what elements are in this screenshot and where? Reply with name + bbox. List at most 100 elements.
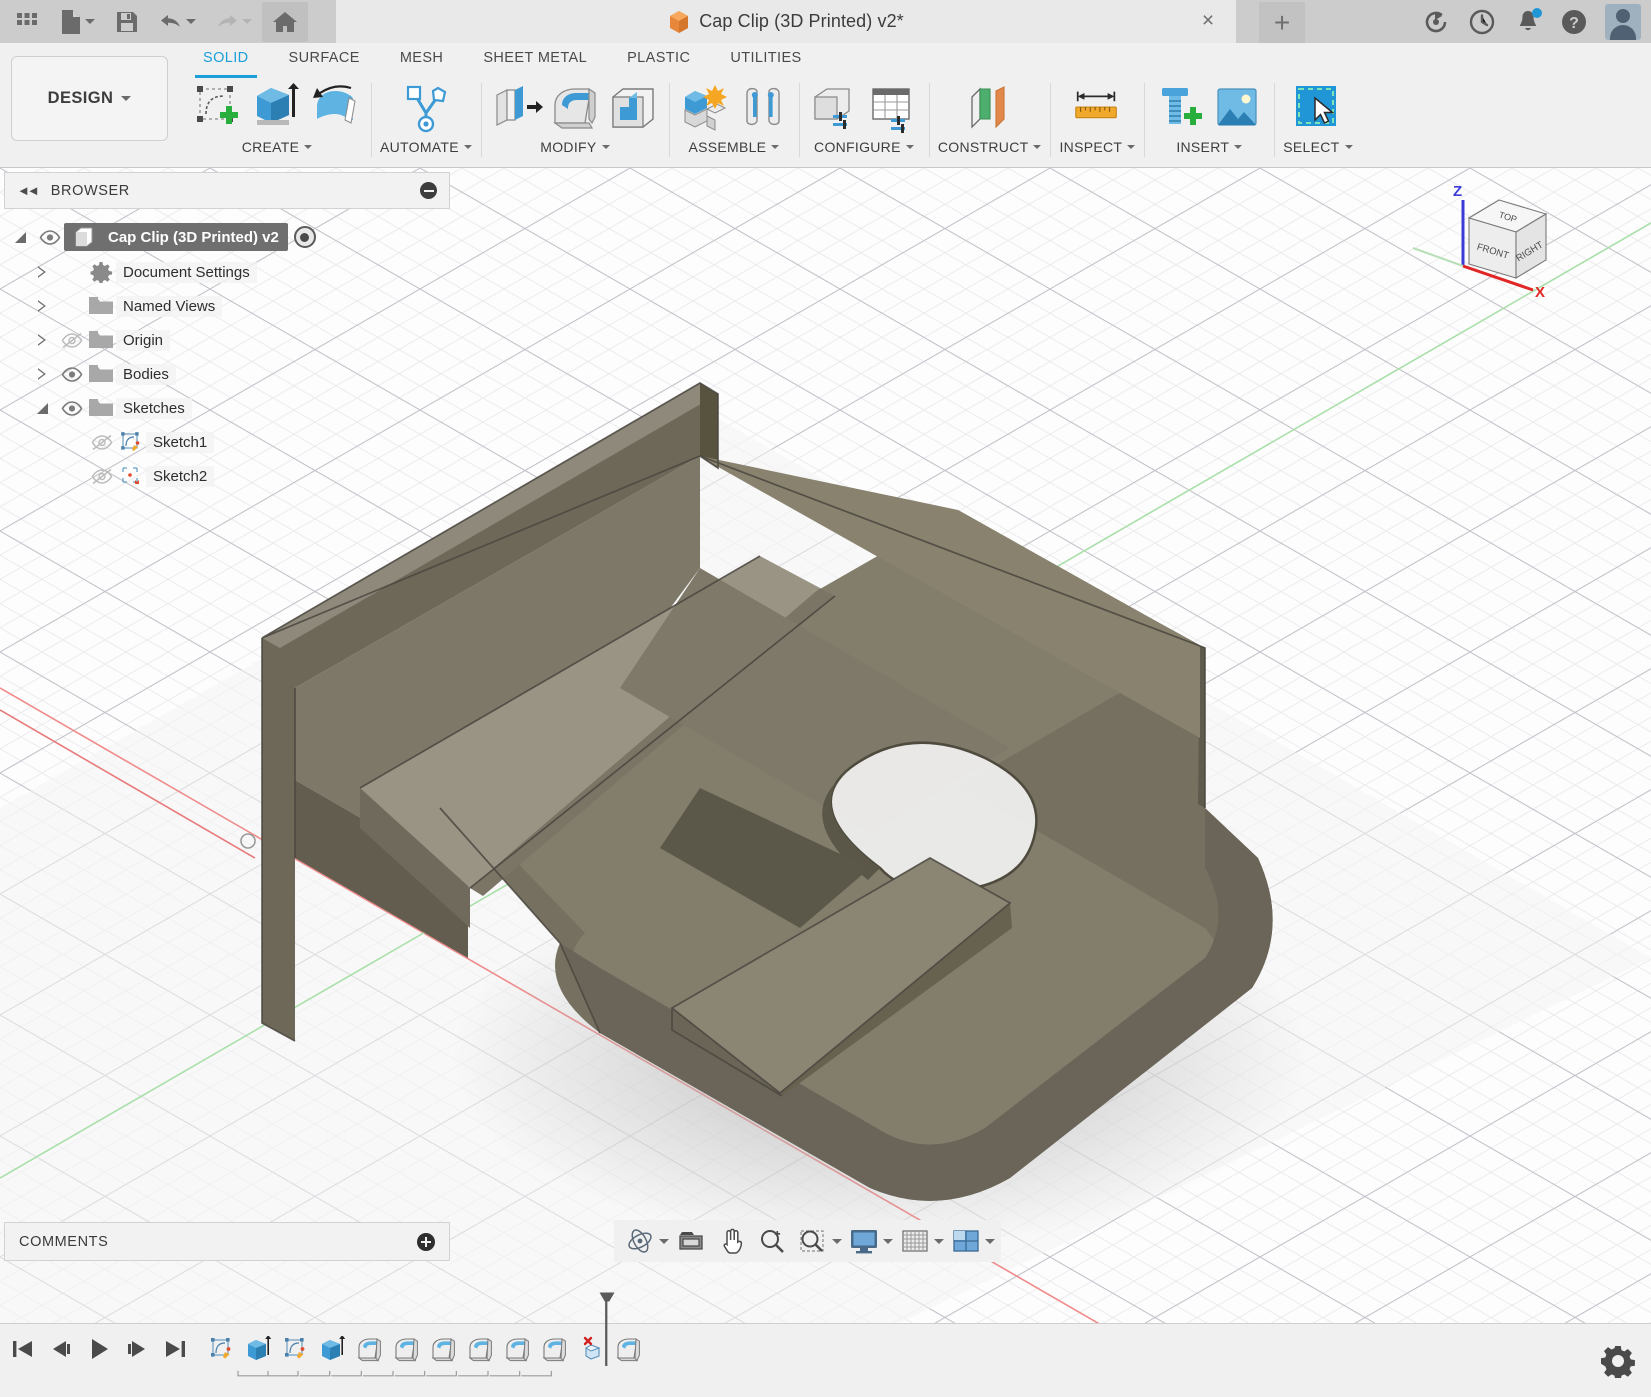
help-icon[interactable]: ? [1559,7,1589,37]
tree-node-root[interactable]: Cap Clip (3D Printed) v2 [4,219,450,255]
timeline-fillet-5[interactable] [501,1331,535,1367]
close-icon[interactable]: × [1198,10,1218,32]
zoom-icon[interactable] [753,1222,791,1260]
file-icon[interactable] [50,2,104,42]
offset-plane-icon[interactable] [963,79,1017,137]
tree-node-sketch2[interactable]: Sketch2 [4,459,450,493]
save-icon[interactable] [106,2,148,42]
timeline-sketch-1[interactable] [205,1331,239,1367]
extrude-icon[interactable] [250,79,304,137]
go-to-beginning-icon[interactable] [8,1334,38,1364]
timeline-sketch-2[interactable] [279,1331,313,1367]
press-pull-icon[interactable] [490,79,544,137]
chevron-down-icon[interactable] [84,19,95,24]
visibility-eye-icon[interactable] [58,396,86,420]
visibility-eye-icon[interactable] [58,362,86,386]
timeline-extrude-1[interactable] [242,1331,276,1367]
tree-node-bodies[interactable]: Bodies [4,357,450,391]
chevron-down-icon[interactable] [659,1238,669,1244]
expander-closed-icon[interactable] [26,300,58,312]
viewport-canvas[interactable]: ◄◄ BROWSER Cap Clip (3D Printed) v2 Docu… [0,168,1651,1323]
viewport-layout-icon[interactable] [946,1222,983,1260]
tree-node-document-settings[interactable]: Document Settings [4,255,450,289]
go-to-end-icon[interactable] [160,1334,190,1364]
tree-node-origin[interactable]: Origin [4,323,450,357]
visibility-eye-hidden-icon[interactable] [88,464,116,488]
clock-icon[interactable] [1467,7,1497,37]
chevron-down-icon[interactable] [832,1238,842,1244]
fillet-icon[interactable] [548,79,602,137]
ribbon-panel-modify-label[interactable]: MODIFY [540,139,610,155]
shell-icon[interactable] [606,79,660,137]
step-back-icon[interactable] [46,1334,76,1364]
expander-open-icon[interactable] [4,231,36,243]
settings-gear-icon[interactable] [1601,1344,1635,1380]
grid-settings-icon[interactable] [895,1222,932,1260]
tab-solid[interactable]: SOLID [183,45,269,78]
look-at-icon[interactable] [671,1222,711,1260]
expander-closed-icon[interactable] [26,368,58,380]
undo-icon[interactable] [150,2,204,42]
view-cube[interactable]: Z X TOP FRONT RIGHT [1411,178,1581,301]
timeline-fillet-2[interactable] [390,1331,424,1367]
visibility-eye-icon[interactable] [36,225,64,249]
tab-surface[interactable]: SURFACE [269,45,380,73]
refresh-icon[interactable] [1421,7,1451,37]
redo-icon[interactable] [206,2,260,42]
workspace-selector[interactable]: DESIGN [11,56,168,141]
insert-image-icon[interactable] [1211,79,1265,137]
automate-icon[interactable] [399,79,453,137]
app-grid-icon[interactable] [6,2,48,42]
browser-header[interactable]: ◄◄ BROWSER [4,172,450,209]
timeline-fillet-4[interactable] [464,1331,498,1367]
new-component-icon[interactable] [678,79,732,137]
zoom-window-icon[interactable] [793,1222,830,1260]
bell-icon[interactable] [1513,7,1543,37]
chevron-down-icon[interactable] [241,19,252,24]
ribbon-panel-assemble-label[interactable]: ASSEMBLE [688,139,780,155]
joint-icon[interactable] [736,79,790,137]
expander-closed-icon[interactable] [26,334,58,346]
minimize-icon[interactable] [420,182,437,199]
orbit-icon[interactable] [620,1222,657,1260]
tab-mesh[interactable]: MESH [380,45,464,73]
timeline-fillet-1[interactable] [353,1331,387,1367]
ribbon-panel-inspect-label[interactable]: INSPECT [1059,139,1136,155]
add-comment-icon[interactable] [417,1232,435,1251]
configure-part-icon[interactable] [808,79,862,137]
chevron-down-icon[interactable] [883,1238,893,1244]
chevron-down-icon[interactable] [185,19,196,24]
step-forward-icon[interactable] [122,1334,152,1364]
timeline-fillet-6[interactable] [538,1331,572,1367]
display-settings-icon[interactable] [844,1222,881,1260]
select-icon[interactable] [1291,79,1345,137]
tab-plastic[interactable]: PLASTIC [607,45,710,73]
measure-icon[interactable] [1070,79,1124,137]
timeline-marker[interactable] [598,1282,616,1378]
tab-sheet-metal[interactable]: SHEET METAL [463,45,607,73]
timeline-fillet-7[interactable] [612,1331,646,1367]
expander-open-icon[interactable] [26,402,58,414]
ribbon-panel-configure-label[interactable]: CONFIGURE [814,139,914,155]
expander-closed-icon[interactable] [26,266,58,278]
tree-node-named-views[interactable]: Named Views [4,289,450,323]
tree-node-sketch1[interactable]: Sketch1 [4,425,450,459]
play-icon[interactable] [84,1334,114,1364]
configure-table-icon[interactable] [866,79,920,137]
timeline-extrude-2[interactable] [316,1331,350,1367]
comments-panel[interactable]: COMMENTS [4,1222,450,1261]
timeline-fillet-3[interactable] [427,1331,461,1367]
ribbon-panel-select-label[interactable]: SELECT [1283,139,1353,155]
collapse-icon[interactable]: ◄◄ [17,183,40,198]
home-icon[interactable] [262,1,308,42]
ribbon-panel-automate-label[interactable]: AUTOMATE [380,139,472,155]
activate-component-radio[interactable] [293,226,316,248]
visibility-eye-hidden-icon[interactable] [88,430,116,454]
new-tab-button[interactable]: + [1259,2,1305,43]
ribbon-panel-create-label[interactable]: CREATE [242,139,313,155]
ribbon-panel-construct-label[interactable]: CONSTRUCT [938,139,1042,155]
chevron-down-icon[interactable] [985,1238,995,1244]
pan-icon[interactable] [713,1222,751,1260]
ribbon-panel-insert-label[interactable]: INSERT [1176,139,1243,155]
create-sketch-icon[interactable] [192,79,246,137]
